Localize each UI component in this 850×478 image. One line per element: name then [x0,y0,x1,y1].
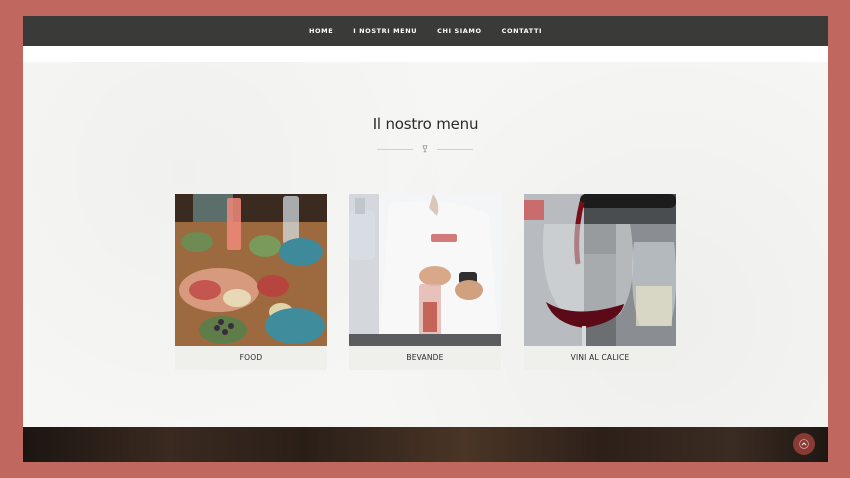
footer-image-strip [23,427,828,462]
card-label-wines: VINI AL CALICE [570,353,630,362]
divider-line-left [377,148,413,150]
card-label-food: FOOD [239,353,263,362]
title-divider [376,144,474,154]
red-wine-glass-photo [524,194,676,346]
card-label-drinks: BEVANDE [406,353,444,362]
menu-card-drinks[interactable]: BEVANDE [349,194,501,370]
top-navbar: HOME I NOSTRI MENU CHI SIAMO CONTATTI [23,16,828,46]
nav-item-menus[interactable]: I NOSTRI MENU [353,27,417,35]
nav-spacer [23,46,828,62]
nav-item-about[interactable]: CHI SIAMO [437,27,481,35]
page-frame: HOME I NOSTRI MENU CHI SIAMO CONTATTI Il… [23,16,828,462]
bartender-photo [349,194,501,346]
nav-menu: HOME I NOSTRI MENU CHI SIAMO CONTATTI [309,27,542,35]
scroll-to-top-button[interactable] [793,433,815,455]
wine-glass-icon [422,145,428,153]
menu-card-food[interactable]: FOOD [175,194,327,370]
nav-item-contacts[interactable]: CONTATTI [502,27,542,35]
section-title: Il nostro menu [372,115,479,133]
menu-section: Il nostro menu FOOD BEVANDE VINI AL CALI… [23,62,828,427]
chevron-up-icon [799,439,809,449]
menu-card-wines[interactable]: VINI AL CALICE [524,194,676,370]
divider-line-right [437,148,473,150]
nav-item-home[interactable]: HOME [309,27,333,35]
food-platter-photo [175,194,327,346]
